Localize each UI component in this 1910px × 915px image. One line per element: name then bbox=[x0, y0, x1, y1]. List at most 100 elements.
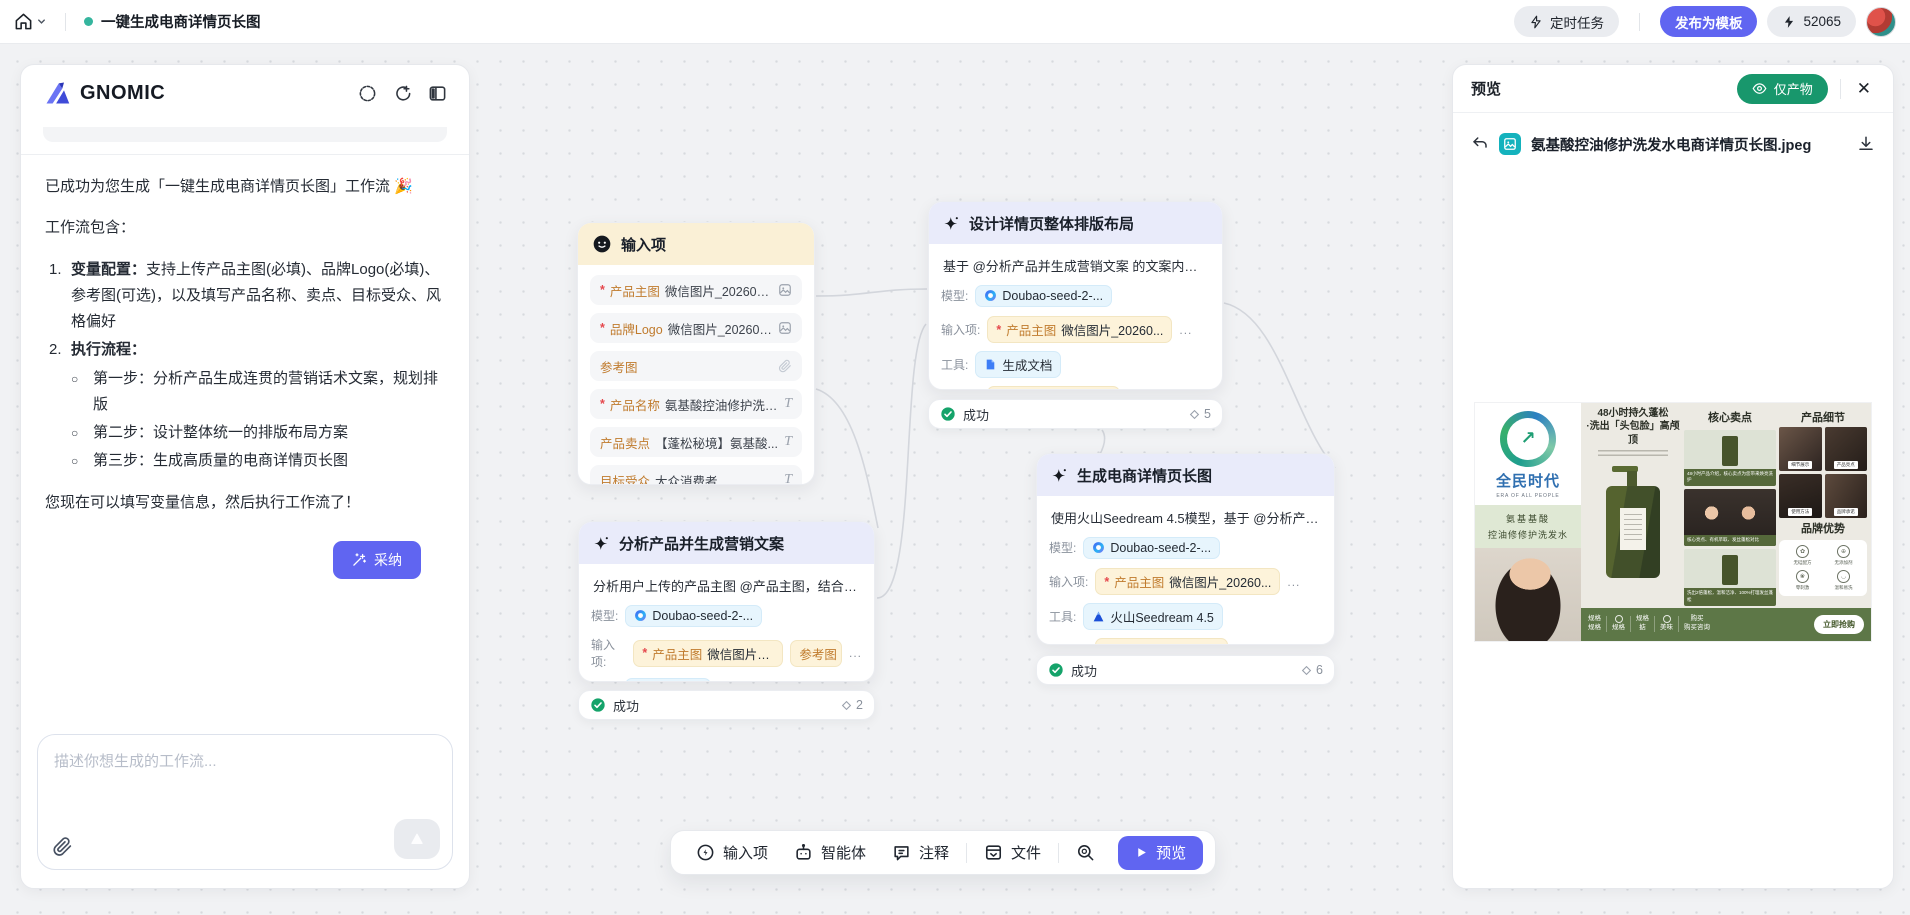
agent-chip[interactable]: 分析产品并生成... bbox=[987, 386, 1120, 390]
poster-section-title: 产品细节 bbox=[1779, 409, 1867, 425]
success-check-icon bbox=[1048, 662, 1064, 678]
poster-fine-print bbox=[1598, 450, 1668, 458]
user-avatar[interactable] bbox=[1866, 7, 1896, 37]
image-file-icon bbox=[1499, 133, 1521, 155]
more-ellipsis[interactable]: ... bbox=[849, 646, 862, 660]
list-item: 2. 执行流程： bbox=[45, 337, 445, 363]
node-analyze-status[interactable]: 成功 2 bbox=[578, 690, 875, 720]
node-analyze-copy[interactable]: 分析产品并生成营销文案 分析用户上传的产品主图 @产品主图，结合用户提供... … bbox=[578, 521, 875, 682]
toolbar-zoom[interactable] bbox=[1063, 843, 1108, 862]
preview-run-button[interactable]: 预览 bbox=[1118, 836, 1203, 870]
divider bbox=[966, 843, 967, 863]
preview-title: 预览 bbox=[1471, 78, 1501, 99]
brand-logo-icon: ↗ bbox=[1500, 411, 1556, 467]
robot-icon bbox=[794, 843, 813, 862]
node-title: 设计详情页整体排版布局 bbox=[969, 213, 1134, 234]
toolbar-add-agent[interactable]: 智能体 bbox=[781, 842, 879, 863]
status-dot bbox=[84, 17, 93, 26]
field-label: 模型: bbox=[591, 607, 618, 624]
diamond-icon bbox=[1189, 409, 1200, 420]
toolbar-label: 输入项 bbox=[723, 842, 768, 863]
attach-paperclip-icon[interactable] bbox=[52, 836, 73, 857]
node-description: 基于 @分析产品并生成营销文案 的文案内容，结合产... bbox=[941, 254, 1210, 275]
node-inputs[interactable]: 输入项 * 产品主图 微信图片_20260319... * 品牌Logo 微信图… bbox=[577, 222, 815, 485]
collapse-panel-icon[interactable] bbox=[428, 84, 447, 103]
poster-bottle-image bbox=[1606, 466, 1660, 578]
more-ellipsis[interactable]: ... bbox=[1287, 575, 1300, 589]
input-ref-chip[interactable]: 参考图 bbox=[790, 640, 842, 667]
canvas-toolbar: 输入项 智能体 注释 文件 预览 bbox=[670, 830, 1216, 875]
artifact-filename[interactable]: 氨基酸控油修护洗发水电商详情页长图.jpeg bbox=[1531, 134, 1847, 155]
send-button[interactable] bbox=[394, 819, 440, 859]
gnomic-brand: GNOMIC bbox=[43, 79, 165, 107]
file-box-icon bbox=[984, 843, 1003, 862]
chat-input[interactable] bbox=[38, 735, 452, 815]
model-chip[interactable]: Doubao-seed-2-... bbox=[975, 285, 1112, 307]
text-icon: T bbox=[784, 434, 792, 450]
publish-template-button[interactable]: 发布为模板 bbox=[1660, 6, 1758, 37]
toolbar-add-comment[interactable]: 注释 bbox=[879, 842, 962, 863]
adopt-label: 采纳 bbox=[374, 550, 402, 570]
node-generate-status[interactable]: 成功 6 bbox=[1036, 655, 1335, 685]
input-row-brand-logo[interactable]: * 品牌Logo 微信图片_20260319... bbox=[590, 313, 802, 343]
node-generate-image[interactable]: 生成电商详情页长图 使用火山Seedream 4.5模型，基于 @分析产品并生成… bbox=[1036, 453, 1335, 645]
scheduled-tasks-button[interactable]: 定时任务 bbox=[1514, 6, 1619, 37]
input-ref-chip[interactable]: * 产品主图 微信图片_20260... bbox=[987, 316, 1172, 343]
node-description: 分析用户上传的产品主图 @产品主图，结合用户提供... bbox=[591, 574, 862, 595]
toolbar-files[interactable]: 文件 bbox=[971, 842, 1054, 863]
message-intro: 已成功为您生成「一键生成电商详情页长图」工作流 🎉 bbox=[45, 174, 445, 200]
agent-chip[interactable]: 设计详情页整体... bbox=[1095, 638, 1228, 645]
field-label: 输入项: bbox=[941, 321, 980, 338]
divider bbox=[65, 13, 66, 31]
poster-buy-button: 立即抢购 bbox=[1814, 615, 1864, 634]
tool-chip[interactable]: 生成文档 bbox=[975, 351, 1061, 378]
node-analyze-header: 分析产品并生成营销文案 bbox=[579, 522, 874, 564]
field-label: 模型: bbox=[941, 287, 968, 304]
field-label: 输入项: bbox=[1049, 573, 1088, 590]
node-title: 分析产品并生成营销文案 bbox=[619, 533, 784, 554]
publish-template-label: 发布为模板 bbox=[1675, 12, 1743, 32]
node-design-status[interactable]: 成功 5 bbox=[928, 399, 1223, 429]
back-icon[interactable] bbox=[1471, 135, 1489, 153]
generated-poster-image[interactable]: ↗ 全民时代 ERA OF ALL PEOPLE 氨基基酸 控油修修护洗发水 4… bbox=[1475, 403, 1871, 641]
home-button[interactable] bbox=[14, 12, 47, 31]
input-row-reference-image[interactable]: 参考图 bbox=[590, 351, 802, 381]
only-artifact-toggle[interactable]: 仅产物 bbox=[1737, 74, 1828, 104]
history-icon[interactable] bbox=[358, 84, 377, 103]
input-ref-chip[interactable]: * 产品主图 微信图片_20260... bbox=[1095, 568, 1280, 595]
chat-input-box bbox=[37, 734, 453, 870]
node-design-layout[interactable]: 设计详情页整体排版布局 基于 @分析产品并生成营销文案 的文案内容，结合产...… bbox=[928, 201, 1223, 390]
bolt-icon bbox=[1782, 15, 1796, 29]
poster-brand-advantages: ✿无硅配方 ⊕无添加剂 ❀零刺激 ◡温和易洗 bbox=[1779, 540, 1867, 596]
cost-value: 6 bbox=[1316, 663, 1323, 677]
input-row-product-image[interactable]: * 产品主图 微信图片_20260319... bbox=[590, 275, 802, 305]
cost-value: 2 bbox=[856, 698, 863, 712]
credits-count: 52065 bbox=[1803, 14, 1841, 29]
input-row-target-audience[interactable]: 目标受众 大众消费者 T bbox=[590, 465, 802, 485]
toolbar-add-input[interactable]: 输入项 bbox=[683, 842, 781, 863]
node-title: 生成电商详情页长图 bbox=[1077, 465, 1212, 486]
node-generate-header: 生成电商详情页长图 bbox=[1037, 454, 1334, 496]
model-chip[interactable]: Doubao-seed-2-... bbox=[1083, 537, 1220, 559]
tool-chip[interactable]: 生成文档 bbox=[625, 678, 711, 682]
close-icon[interactable]: ✕ bbox=[1853, 77, 1875, 101]
tool-chip[interactable]: 火山Seedream 4.5 bbox=[1083, 603, 1223, 630]
preview-body: ↗ 全民时代 ERA OF ALL PEOPLE 氨基基酸 控油修修护洗发水 4… bbox=[1453, 155, 1893, 888]
credits-badge[interactable]: 52065 bbox=[1767, 6, 1856, 37]
input-row-product-name[interactable]: * 产品名称 氨基酸控油修护洗发... T bbox=[590, 389, 802, 419]
input-bubble-icon bbox=[696, 843, 715, 862]
more-ellipsis[interactable]: ... bbox=[1179, 323, 1192, 337]
poster-model-photo bbox=[1475, 548, 1581, 641]
input-row-selling-points[interactable]: 产品卖点 【蓬松秘境】氨基酸... T bbox=[590, 427, 802, 457]
success-check-icon bbox=[940, 406, 956, 422]
download-icon[interactable] bbox=[1857, 135, 1875, 153]
magnifier-icon bbox=[1076, 843, 1095, 862]
model-chip[interactable]: Doubao-seed-2-... bbox=[625, 605, 762, 627]
eye-icon bbox=[1752, 81, 1767, 96]
input-ref-chip[interactable]: * 产品主图 微信图片_20260... bbox=[633, 640, 783, 667]
chat-bubble-icon bbox=[592, 234, 612, 254]
text-icon: T bbox=[784, 396, 792, 412]
mountain-icon bbox=[1092, 610, 1105, 623]
adopt-button[interactable]: 采纳 bbox=[333, 541, 421, 579]
new-chat-icon[interactable] bbox=[393, 84, 412, 103]
